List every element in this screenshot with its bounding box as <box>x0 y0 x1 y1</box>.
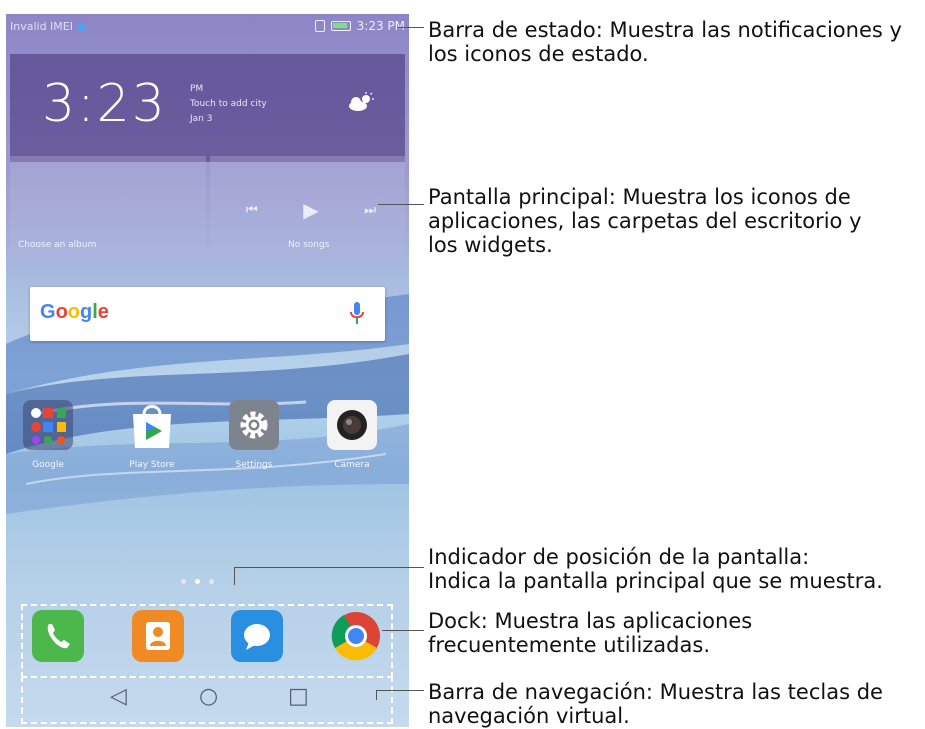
clock-weather-widget[interactable]: 3:23 PM Touch to add city Jan 3 <box>10 54 405 162</box>
callout-line-home <box>378 204 424 205</box>
microphone-icon[interactable] <box>349 301 365 327</box>
sim-icon <box>314 20 325 32</box>
callout-vline-navbar <box>376 690 377 700</box>
notification-icon <box>77 22 85 31</box>
next-track-icon[interactable]: ⏭ <box>364 203 376 218</box>
status-right: 3:23 PM <box>314 19 405 33</box>
imei-status-text: Invalid IMEI <box>10 20 73 33</box>
settings-gear-icon <box>229 400 279 450</box>
annotation-status-line2: los iconos de estado. <box>428 42 649 66</box>
clock-ampm: PM <box>190 84 204 94</box>
google-folder-icon <box>23 400 73 450</box>
battery-icon <box>330 21 351 31</box>
annotation-home-screen: Pantalla principal: Muestra los iconos d… <box>428 185 862 257</box>
camera-icon <box>327 400 377 450</box>
navbar-highlight-box <box>21 676 393 724</box>
partly-cloudy-icon <box>349 92 374 111</box>
album-widget[interactable]: Choose an album <box>10 156 206 260</box>
annotation-status-bar: Barra de estado: Muestra las notificacio… <box>428 18 902 66</box>
annotation-dock-line1: Dock: Muestra las aplicaciones <box>428 609 753 633</box>
album-caption: Choose an album <box>18 240 97 250</box>
page-indicator[interactable] <box>181 579 214 584</box>
page-dot <box>209 579 214 584</box>
app-label-camera: Camera <box>334 460 370 470</box>
annotation-navbar-line2: navegación virtual. <box>428 704 630 728</box>
callout-line-indicator <box>234 567 424 568</box>
status-time: 3:23 PM <box>356 19 405 33</box>
app-settings[interactable]: Settings <box>224 400 284 470</box>
music-caption: No songs <box>288 240 330 250</box>
music-controls: ⏮ ▶ ⏭ <box>246 198 376 222</box>
annotation-dock: Dock: Muestra las aplicaciones frecuente… <box>428 609 752 657</box>
annotation-dock-line2: frecuentemente utilizadas. <box>428 633 710 657</box>
app-label-play-store: Play Store <box>129 460 175 470</box>
app-label-settings: Settings <box>235 460 273 470</box>
app-camera[interactable]: Camera <box>322 400 382 470</box>
app-google-folder[interactable]: Google <box>18 400 78 470</box>
add-city-link[interactable]: Touch to add city <box>190 97 267 112</box>
callout-line-navbar <box>376 690 424 691</box>
callout-line-status <box>398 27 424 28</box>
annotation-home-line1: Pantalla principal: Muestra los iconos d… <box>428 185 851 209</box>
phone-screen: Invalid IMEI 3:23 PM 3:23 PM Touch to ad… <box>6 14 409 727</box>
annotation-home-line2: aplicaciones, las carpetas del escritori… <box>428 209 862 233</box>
google-logo: Google <box>40 301 109 323</box>
annotation-indicator-line1: Indicador de posición de la pantalla: <box>428 545 810 569</box>
status-left: Invalid IMEI <box>10 20 85 33</box>
clock-time: 3:23 <box>42 74 167 134</box>
annotation-navigation-bar: Barra de navegación: Muestra las teclas … <box>428 680 883 728</box>
music-widget[interactable]: ⏮ ▶ ⏭ No songs <box>210 156 405 260</box>
google-search-bar[interactable]: Google <box>30 287 385 341</box>
page-dot <box>181 579 186 584</box>
annotation-home-line3: los widgets. <box>428 233 553 257</box>
apps-row: Google Play Store Settings Camera <box>6 400 409 490</box>
annotation-status-line1: Barra de estado: Muestra las notificacio… <box>428 18 902 42</box>
annotation-indicator-line2: Indica la pantalla principal que se mues… <box>428 569 883 593</box>
clock-info: PM Touch to add city Jan 3 <box>190 82 267 127</box>
annotation-navbar-line1: Barra de navegación: Muestra las teclas … <box>428 680 883 704</box>
page-dot-active <box>195 579 200 584</box>
annotation-page-indicator: Indicador de posición de la pantalla: In… <box>428 545 883 593</box>
app-play-store[interactable]: Play Store <box>122 400 182 470</box>
callout-vline-indicator <box>234 567 235 585</box>
play-store-icon <box>127 400 177 450</box>
status-bar: Invalid IMEI 3:23 PM <box>6 14 409 40</box>
clock-date: Jan 3 <box>190 114 213 124</box>
callout-line-dock <box>382 630 424 631</box>
dock-highlight-box <box>21 604 393 678</box>
play-icon[interactable]: ▶ <box>303 198 318 222</box>
previous-track-icon[interactable]: ⏮ <box>246 203 258 218</box>
app-label-google: Google <box>32 460 64 470</box>
